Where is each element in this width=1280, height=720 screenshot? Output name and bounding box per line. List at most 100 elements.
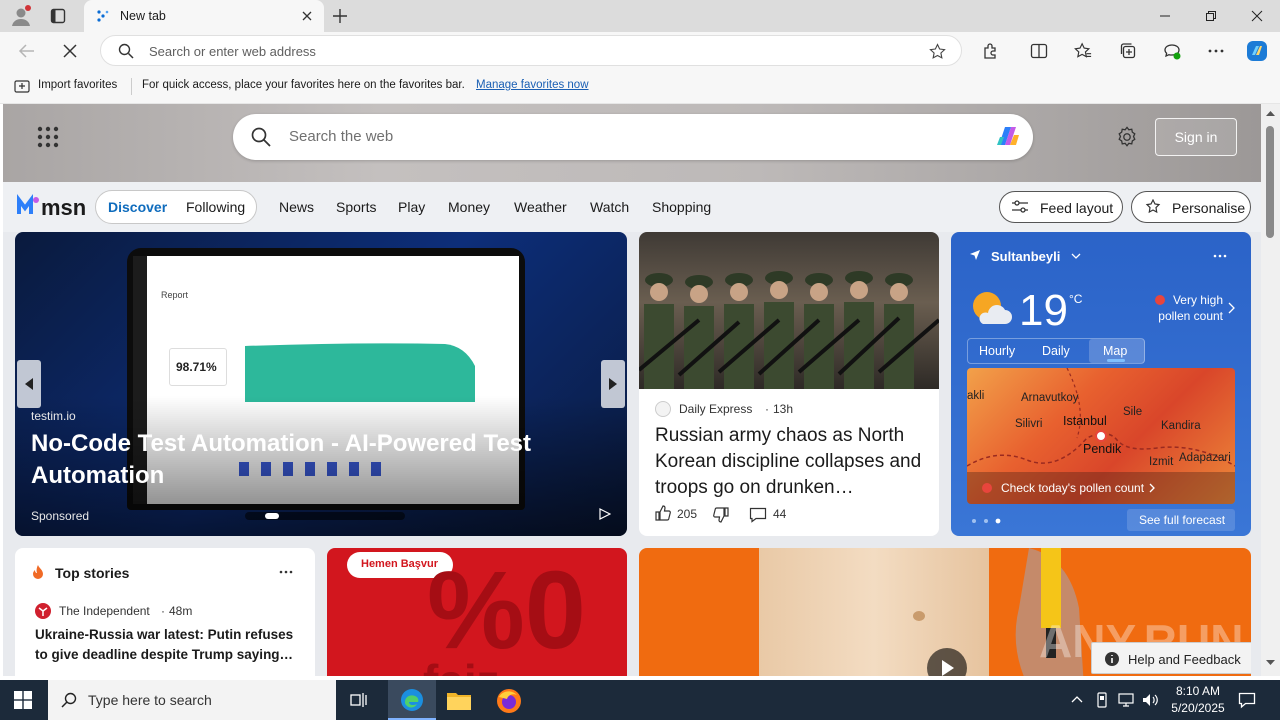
like-count: 205 [677,507,698,521]
stop-loading-icon[interactable] [62,43,78,59]
see-full-forecast-button[interactable]: See full forecast [1127,509,1235,531]
pollen-map[interactable]: akli Arnavutkoy Silivri Istanbul Sile Ka… [967,368,1235,504]
tab-new-tab[interactable]: New tab [84,0,324,32]
split-screen-icon[interactable] [1026,38,1052,64]
dislike-icon[interactable] [713,507,729,523]
msn-logo-icon[interactable] [15,194,41,218]
nav-news[interactable]: News [279,199,314,215]
comment-icon[interactable] [749,507,767,523]
minimize-button[interactable] [1142,0,1188,32]
close-window-button[interactable] [1234,0,1280,32]
weather-tab-hourly[interactable]: Hourly [979,344,1015,358]
file-explorer-icon[interactable] [446,688,472,712]
scroll-down-arrow-icon[interactable] [1266,660,1275,666]
chevron-down-icon[interactable] [1071,252,1081,260]
copilot-search-icon[interactable] [993,123,1023,151]
add-favorite-star-icon[interactable] [929,43,946,60]
address-bar[interactable]: Search or enter web address [100,35,962,66]
map-label-pendik: Pendik [1083,442,1122,456]
import-favorites-button[interactable]: Import favorites [38,79,117,91]
favorites-icon[interactable] [1070,38,1096,64]
notifications-icon[interactable] [1238,691,1256,709]
weather-tab-map[interactable]: Map [1089,339,1145,363]
manage-favorites-link[interactable]: Manage favorites now [476,79,589,91]
restore-button[interactable] [1188,0,1234,32]
personalise-button[interactable]: Personalise [1131,191,1251,223]
tab-discover[interactable]: Discover [108,199,167,215]
task-view-icon[interactable] [350,691,368,709]
weather-more-icon[interactable] [1213,254,1227,258]
apps-grid-icon[interactable] [37,126,59,148]
collections-icon[interactable] [1115,38,1141,64]
msn-logo-text[interactable]: msn [41,195,86,221]
pollen-alert[interactable]: Very high pollen count [1147,292,1223,324]
tab-strip: New tab [0,0,1280,32]
weather-pager-dots[interactable] [971,518,1005,524]
close-tab-icon[interactable] [300,9,314,23]
video-card[interactable]: ANY.RUN Help and Feedback [639,548,1251,676]
pollen-link[interactable]: Check today's pollen count [1001,481,1144,495]
feed-layout-button[interactable]: Feed layout [999,191,1123,223]
nav-watch[interactable]: Watch [590,199,629,215]
extensions-icon[interactable] [978,38,1004,64]
browser-essentials-icon[interactable] [1159,38,1185,64]
nav-shopping[interactable]: Shopping [652,199,711,215]
carousel-dots[interactable] [245,512,405,520]
web-search-placeholder: Search the web [289,128,394,145]
nav-play[interactable]: Play [398,199,425,215]
promo-card[interactable]: Hemen Başvur %0 faiz [327,548,627,676]
copilot-icon[interactable] [1244,38,1270,64]
carousel-prev-button[interactable] [17,360,41,408]
map-label-akli: akli [967,390,985,402]
weather-tab-daily[interactable]: Daily [1042,344,1070,358]
current-temperature: 19 [1019,286,1068,335]
volume-icon[interactable] [1141,692,1159,708]
tab-actions-icon[interactable] [50,8,66,24]
tray-device-icon[interactable] [1095,692,1109,708]
firefox-icon[interactable] [496,688,522,714]
carousel-next-button[interactable] [601,360,625,408]
edge-taskbar-button[interactable] [388,680,436,720]
weather-card[interactable]: Sultanbeyli 19 °C Very high pollen count… [951,232,1251,536]
weather-location[interactable]: Sultanbeyli [991,249,1060,264]
scroll-thumb[interactable] [1266,126,1274,238]
top-story-source[interactable]: The Independent [59,604,150,618]
network-icon[interactable] [1117,692,1135,708]
clock-time[interactable]: 8:10 AM [1172,684,1224,698]
clock-date[interactable]: 5/20/2025 [1166,701,1230,715]
taskbar-search[interactable]: Type here to search [48,680,336,720]
chevron-right-icon[interactable] [1227,302,1235,314]
pollen-link-bar[interactable]: Check today's pollen count [967,472,1235,504]
help-feedback-button[interactable]: Help and Feedback [1091,642,1251,674]
scroll-up-arrow-icon[interactable] [1266,110,1275,116]
like-icon[interactable] [655,505,671,521]
tray-chevron-up-icon[interactable] [1071,695,1083,703]
story-headline[interactable]: Russian army chaos as North Korean disci… [655,423,930,501]
nav-weather[interactable]: Weather [514,199,567,215]
ad-title[interactable]: No-Code Test Automation - AI-Powered Tes… [31,428,531,492]
taskbar: Type here to search 8:10 AM 5/20/2025 [0,680,1280,720]
windows-start-icon[interactable] [14,691,32,709]
top-stories-more-icon[interactable] [279,570,293,574]
profile-icon[interactable] [10,5,32,27]
ad-choices-icon[interactable] [599,508,611,520]
nav-sports[interactable]: Sports [336,199,376,215]
ad-card[interactable]: Report 98.71% testim.io No-Code Test Aut… [15,232,627,536]
web-search-box[interactable]: Search the web [233,114,1033,160]
pollen-flower-icon [981,482,993,494]
new-tab-button[interactable] [332,8,348,24]
news-card[interactable]: Daily Express · 13h Russian army chaos a… [639,232,939,536]
page-scrollbar[interactable] [1261,104,1280,676]
more-options-icon[interactable] [1203,38,1229,64]
sign-in-button[interactable]: Sign in [1155,118,1237,156]
tab-following[interactable]: Following [186,199,245,215]
temperature-unit[interactable]: °C [1069,292,1082,306]
nav-money[interactable]: Money [448,199,490,215]
top-story-headline[interactable]: Ukraine-Russia war latest: Putin refuses… [35,625,297,665]
fire-icon [31,564,45,580]
top-story-separator: · [161,604,165,618]
back-icon[interactable] [18,42,36,60]
story-source[interactable]: Daily Express [679,402,752,416]
msn-page: Search the web Sign in msn Discover Foll… [3,104,1261,676]
settings-gear-icon[interactable] [1116,126,1138,148]
